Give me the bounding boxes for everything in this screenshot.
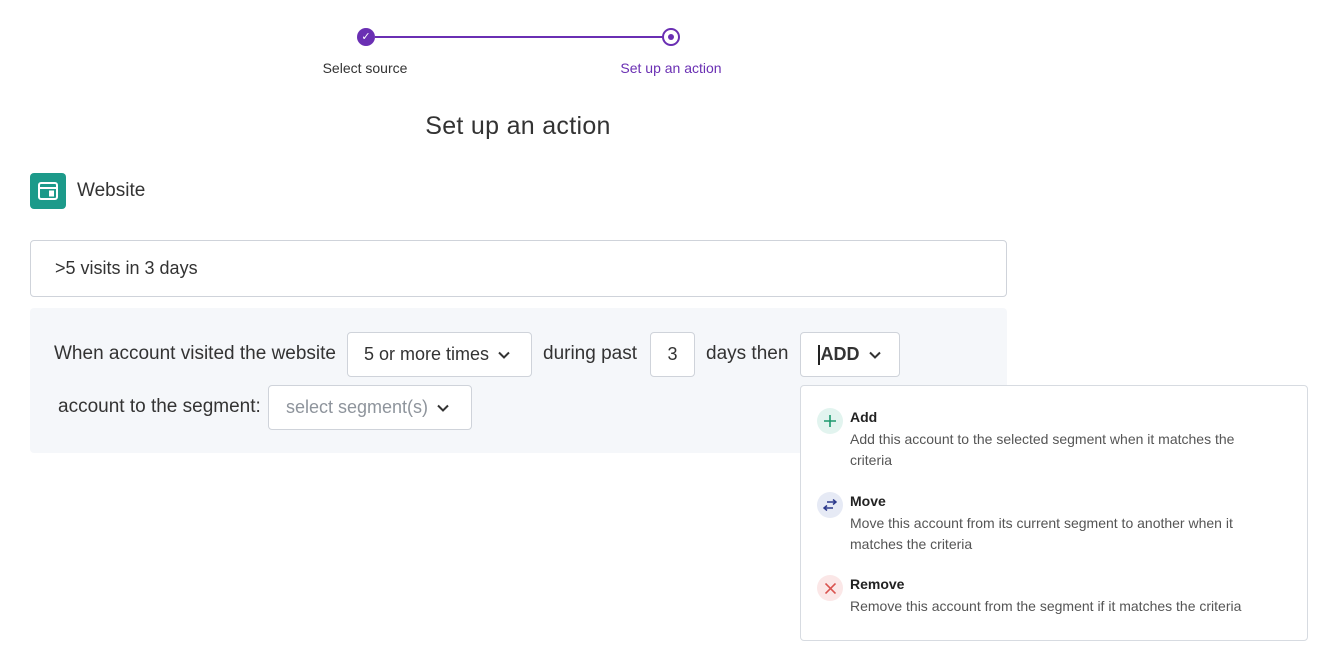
option-description: Move this account from its current segme… bbox=[850, 515, 1233, 552]
option-title: Add bbox=[850, 409, 878, 425]
chevron-down-icon bbox=[868, 348, 881, 362]
text-cursor bbox=[818, 344, 820, 365]
menu-option-add[interactable]: Add Add this account to the selected seg… bbox=[817, 408, 1287, 472]
frequency-dropdown[interactable]: 5 or more times bbox=[347, 332, 532, 377]
rule-name-input[interactable] bbox=[30, 240, 1007, 297]
days-input[interactable]: 3 bbox=[650, 332, 695, 377]
segment-placeholder: select segment(s) bbox=[286, 397, 429, 417]
website-icon bbox=[30, 173, 66, 209]
check-icon: ✓ bbox=[357, 28, 375, 46]
account-to-segment-text: account to the segment: bbox=[58, 396, 261, 417]
option-title: Move bbox=[850, 493, 886, 509]
close-icon bbox=[817, 575, 843, 601]
days-then-text: days then bbox=[706, 343, 789, 364]
swap-arrows-icon bbox=[817, 492, 843, 518]
progress-stepper: ✓ Select source Set up an action bbox=[0, 0, 1340, 90]
page-title: Set up an action bbox=[425, 112, 611, 140]
action-value: ADD bbox=[820, 344, 860, 364]
stepper-connector bbox=[375, 36, 663, 38]
option-description: Add this account to the selected segment… bbox=[850, 431, 1235, 468]
days-value: 3 bbox=[667, 344, 678, 364]
menu-option-move[interactable]: Move Move this account from its current … bbox=[817, 492, 1287, 556]
action-dropdown[interactable]: ADD bbox=[800, 332, 900, 377]
option-title: Remove bbox=[850, 576, 905, 592]
menu-option-remove[interactable]: Remove Remove this account from the segm… bbox=[817, 575, 1287, 619]
current-step-icon bbox=[662, 28, 680, 46]
step-label-set-up-action: Set up an action bbox=[620, 60, 722, 76]
frequency-value: 5 or more times bbox=[364, 344, 490, 364]
source-label: Website bbox=[77, 180, 146, 201]
rule-prefix-text: When account visited the website bbox=[54, 343, 336, 364]
chevron-down-icon bbox=[437, 401, 449, 415]
plus-icon bbox=[817, 408, 843, 434]
action-dropdown-menu: Add Add this account to the selected seg… bbox=[800, 385, 1308, 641]
segment-select[interactable]: select segment(s) bbox=[268, 385, 472, 430]
chevron-down-icon bbox=[498, 348, 510, 362]
step-label-select-source[interactable]: Select source bbox=[300, 60, 430, 76]
during-past-text: during past bbox=[543, 343, 638, 364]
option-description: Remove this account from the segment if … bbox=[850, 598, 1242, 614]
